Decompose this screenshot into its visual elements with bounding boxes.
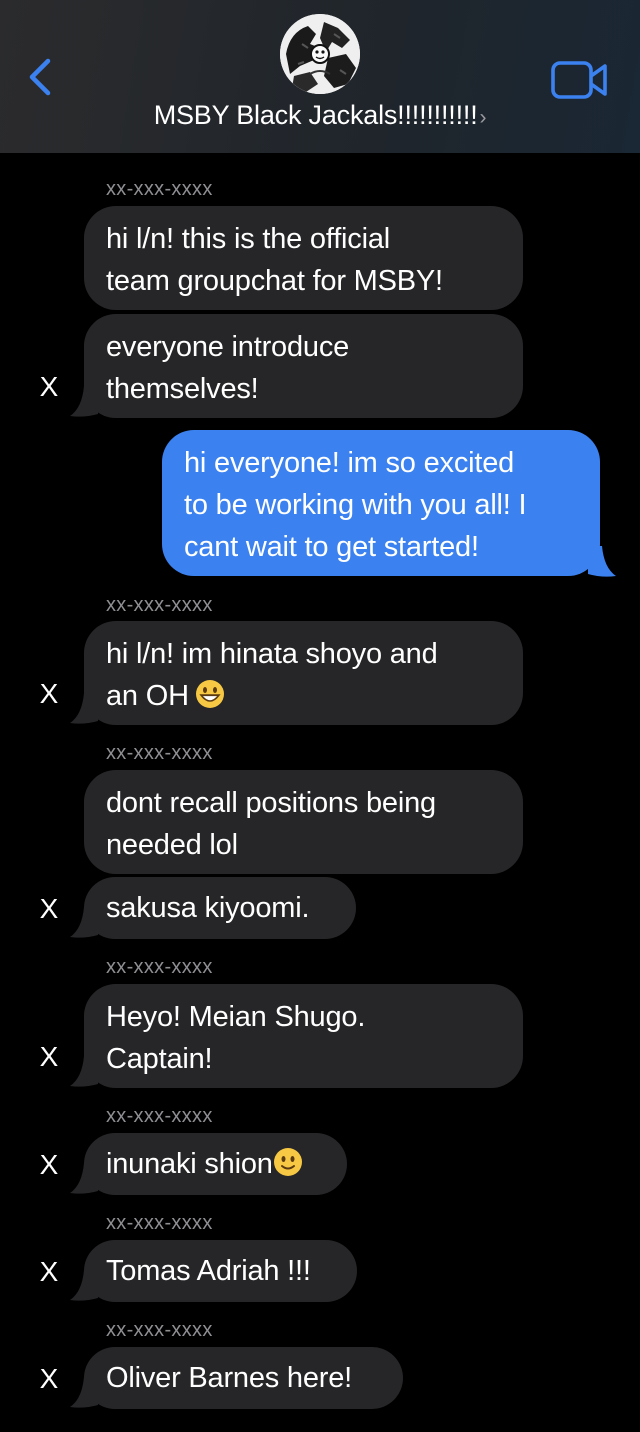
- sender-avatar[interactable]: X: [36, 371, 62, 403]
- slightly-smiling-face-emoji: [273, 1148, 302, 1176]
- message-text: Tomas Adriah !!!: [106, 1255, 311, 1287]
- bubble-tail: [70, 1056, 98, 1087]
- message-text: dont recall positions being: [106, 787, 436, 819]
- bubble-tail: [70, 907, 98, 938]
- chevron-right-icon: ›: [479, 106, 487, 129]
- sender-number: xx-xxx-xxxx: [106, 1319, 213, 1341]
- sender-number: xx-xxx-xxxx: [106, 178, 213, 200]
- message-text: cant wait to get started!: [184, 531, 479, 563]
- sender-avatar[interactable]: X: [36, 1041, 62, 1073]
- sender-avatar[interactable]: X: [36, 1149, 62, 1181]
- sender-avatar[interactable]: X: [36, 1256, 62, 1288]
- sender-number: xx-xxx-xxxx: [106, 594, 213, 616]
- sender-avatar[interactable]: X: [36, 893, 62, 925]
- grinning-face-emoji: [195, 680, 224, 708]
- chevron-left-icon: [29, 58, 51, 96]
- message-bubble[interactable]: Heyo! Meian Shugo. Captain!: [84, 984, 523, 1088]
- video-camera-icon: [551, 61, 607, 99]
- message-bubble[interactable]: sakusa kiyoomi.: [84, 877, 356, 939]
- sender-avatar[interactable]: X: [36, 678, 62, 710]
- outgoing-message-bubble[interactable]: hi everyone! im so excited to be working…: [162, 430, 600, 576]
- sender-number: xx-xxx-xxxx: [106, 956, 213, 978]
- message-bubble[interactable]: hi l/n! im hinata shoyo and an OH: [84, 621, 523, 725]
- group-name-label: MSBY Black Jackals!!!!!!!!!!!: [153, 100, 478, 130]
- message-bubble[interactable]: Oliver Barnes here!: [84, 1347, 403, 1409]
- facetime-video-button[interactable]: [550, 60, 610, 102]
- message-text: everyone introduce: [106, 331, 350, 363]
- message-text: Captain!: [106, 1043, 213, 1075]
- message-bubble[interactable]: dont recall positions being needed lol: [84, 770, 523, 874]
- message-text: sakusa kiyoomi.: [106, 892, 310, 924]
- sender-avatar[interactable]: X: [36, 1363, 62, 1395]
- message-bubble[interactable]: Tomas Adriah !!!: [84, 1240, 357, 1302]
- message-text: hi l/n! im hinata shoyo and: [106, 638, 438, 670]
- group-avatar-image: [280, 14, 360, 94]
- group-avatar[interactable]: [280, 14, 360, 94]
- sender-number: xx-xxx-xxxx: [106, 742, 213, 764]
- bubble-tail: [70, 386, 98, 417]
- message-text: Oliver Barnes here!: [106, 1362, 353, 1394]
- message-text: team groupchat for MSBY!: [106, 265, 443, 297]
- bubble-tail: [70, 693, 98, 724]
- conversation-header: MSBY Black Jackals!!!!!!!!!!!›: [0, 0, 640, 153]
- message-bubble[interactable]: everyone introduce themselves!: [84, 314, 523, 418]
- back-button[interactable]: [24, 55, 64, 99]
- group-name-button[interactable]: MSBY Black Jackals!!!!!!!!!!!›: [0, 100, 640, 131]
- message-text: themselves!: [106, 373, 259, 405]
- sender-number: xx-xxx-xxxx: [106, 1105, 213, 1127]
- message-text: to be working with you all! I: [184, 489, 527, 521]
- bubble-tail: [70, 1377, 98, 1408]
- sender-number: xx-xxx-xxxx: [106, 1212, 213, 1234]
- message-bubble[interactable]: hi l/n! this is the official team groupc…: [84, 206, 523, 310]
- message-text: hi everyone! im so excited: [184, 447, 515, 479]
- bubble-tail: [70, 1163, 98, 1194]
- message-text: hi l/n! this is the official: [106, 223, 391, 255]
- bubble-tail: [588, 546, 616, 577]
- message-text: Heyo! Meian Shugo.: [106, 1001, 366, 1033]
- message-text: an OH: [106, 680, 189, 712]
- bubble-tail: [70, 1270, 98, 1301]
- message-text: inunaki shion: [106, 1148, 273, 1180]
- message-text: needed lol: [106, 829, 238, 861]
- message-bubble[interactable]: inunaki shion: [84, 1133, 347, 1195]
